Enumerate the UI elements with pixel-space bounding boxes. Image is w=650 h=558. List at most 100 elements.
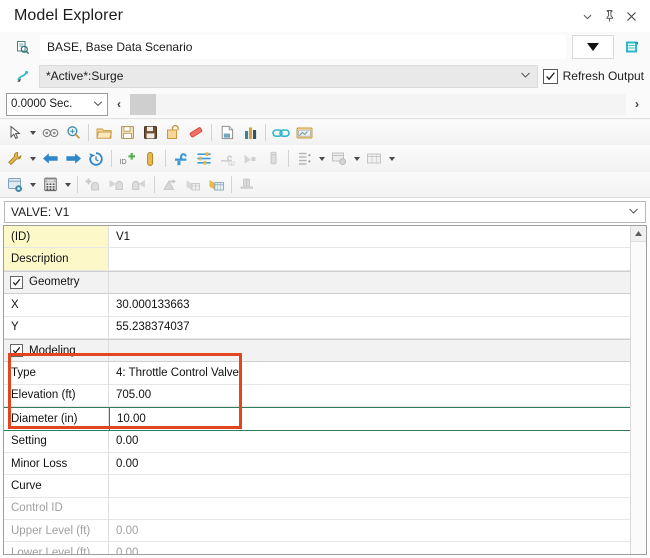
copy-element-icon [105, 174, 127, 195]
refresh-output-checkbox[interactable] [542, 68, 558, 84]
delete-element-icon [128, 174, 150, 195]
separator-2 [211, 124, 212, 141]
separator-1 [88, 124, 89, 141]
property-value[interactable] [109, 248, 630, 269]
table-row: Control ID [4, 497, 630, 521]
chevron-down-icon[interactable] [93, 99, 103, 110]
active-run-input[interactable]: *Active*:Surge [39, 64, 538, 88]
faucet-icon[interactable] [170, 148, 192, 169]
arrow-right-icon[interactable] [62, 148, 84, 169]
scenario-dropdown-button[interactable] [572, 35, 614, 59]
grid-vertical-scrollbar[interactable] [630, 226, 646, 554]
refresh-output-checkbox-group[interactable]: Refresh Output [542, 68, 646, 84]
separator-6 [288, 150, 289, 167]
time-step-combo[interactable]: 0.0000 Sec. [6, 92, 108, 116]
window-settings-caret[interactable] [27, 174, 38, 195]
chevron-down-icon[interactable] [576, 5, 598, 27]
table-row[interactable]: Y 55.238374037 [4, 316, 630, 339]
time-slider-thumb[interactable] [130, 93, 156, 115]
pump-icon [236, 174, 258, 195]
property-value[interactable] [109, 475, 630, 496]
bar-chart-icon[interactable] [239, 122, 261, 143]
time-step-value: 0.0000 Sec. [11, 98, 73, 110]
calculator-icon[interactable] [39, 174, 61, 195]
close-icon[interactable] [620, 5, 642, 27]
window-settings-icon[interactable] [4, 174, 26, 195]
id-add-icon[interactable]: ID [116, 148, 138, 169]
node-grey-2-icon [239, 148, 261, 169]
property-value[interactable]: 0.00 [109, 453, 630, 474]
property-label: Setting [4, 430, 109, 452]
select-dropdown-caret[interactable] [27, 122, 38, 143]
table-row[interactable]: X 30.000133663 [4, 294, 630, 317]
chevron-down-icon[interactable] [520, 70, 531, 82]
property-value[interactable]: 4: Throttle Control Valve [109, 362, 630, 383]
element-selector-value: VALVE: V1 [11, 205, 70, 219]
save-light-icon[interactable] [116, 122, 138, 143]
caret-down-icon [353, 156, 360, 161]
table-row[interactable]: Type 4: Throttle Control Valve [4, 362, 630, 385]
scenario-properties-icon[interactable] [620, 36, 644, 58]
open-folder-icon[interactable] [93, 122, 115, 143]
title-bar: Model Explorer [0, 0, 650, 32]
category-checkbox[interactable] [10, 344, 23, 358]
property-value-editing[interactable]: 10.00 [109, 408, 630, 430]
property-value[interactable]: V1 [109, 226, 630, 247]
link-chain-icon[interactable] [270, 122, 292, 143]
sliders-icon[interactable] [193, 148, 215, 169]
category-label-wrap: Modeling [4, 339, 109, 362]
property-label: (ID) [4, 226, 109, 248]
category-row-geometry[interactable]: Geometry [4, 270, 630, 295]
property-label: Type [4, 362, 109, 384]
property-label: Lower Level (ft) [4, 542, 109, 554]
table-row[interactable]: Elevation (ft) 705.00 [4, 384, 630, 408]
scenario-row: BASE, Base Data Scenario [0, 32, 650, 62]
category-row-modeling[interactable]: Modeling [4, 338, 630, 363]
separator-7 [77, 176, 78, 193]
property-label: Description [4, 248, 109, 270]
table-row[interactable]: Description [4, 248, 630, 271]
pill-icon[interactable] [139, 148, 161, 169]
list-order-icon[interactable] [293, 148, 315, 169]
property-value[interactable]: 55.238374037 [109, 317, 630, 338]
pin-icon[interactable] [598, 5, 620, 27]
map-window-icon[interactable] [293, 122, 315, 143]
model-explorer-panel: Model Explorer BASE, Base Data Scenario … [0, 0, 650, 558]
property-value[interactable]: 30.000133663 [109, 294, 630, 315]
report-save-icon[interactable] [216, 122, 238, 143]
element-selector-combo[interactable]: VALVE: V1 [4, 201, 646, 223]
list-order-caret[interactable] [316, 148, 327, 169]
eraser-icon[interactable] [185, 122, 207, 143]
chevron-down-icon[interactable] [628, 206, 639, 218]
table-grid-caret[interactable] [386, 148, 397, 169]
time-prev-button[interactable]: ‹ [112, 97, 126, 111]
arrow-left-icon[interactable] [39, 148, 61, 169]
scroll-up-button[interactable] [631, 226, 646, 242]
hammer-dropdown-caret[interactable] [27, 148, 38, 169]
table-db-caret[interactable] [351, 148, 362, 169]
table-row-selected[interactable]: Diameter (in) 10.00 [4, 407, 630, 431]
separator-8 [154, 176, 155, 193]
property-value[interactable]: 0.00 [109, 431, 630, 452]
scenario-input[interactable]: BASE, Base Data Scenario [40, 35, 566, 59]
save-disk-icon[interactable] [139, 122, 161, 143]
table-row[interactable]: (ID) V1 [4, 226, 630, 249]
table-row: Lower Level (ft) 0.00 [4, 542, 630, 554]
binoculars-icon[interactable] [39, 122, 61, 143]
open-lock-icon[interactable] [162, 122, 184, 143]
select-pointer-icon[interactable] [4, 122, 26, 143]
time-slider-track[interactable] [130, 93, 626, 115]
zoom-icon[interactable] [62, 122, 84, 143]
scroll-track[interactable] [631, 242, 646, 554]
history-clock-icon[interactable] [85, 148, 107, 169]
hammer-tool-icon[interactable] [4, 148, 26, 169]
property-value: 0.00 [116, 524, 139, 537]
table-row[interactable]: Curve [4, 475, 630, 498]
property-value[interactable]: 705.00 [109, 385, 630, 406]
table-row[interactable]: Setting 0.00 [4, 430, 630, 453]
time-next-button[interactable]: › [630, 97, 644, 111]
category-checkbox[interactable] [10, 275, 23, 289]
table-paste-icon[interactable] [205, 174, 227, 195]
table-row[interactable]: Minor Loss 0.00 [4, 452, 630, 476]
calculator-caret[interactable] [62, 174, 73, 195]
